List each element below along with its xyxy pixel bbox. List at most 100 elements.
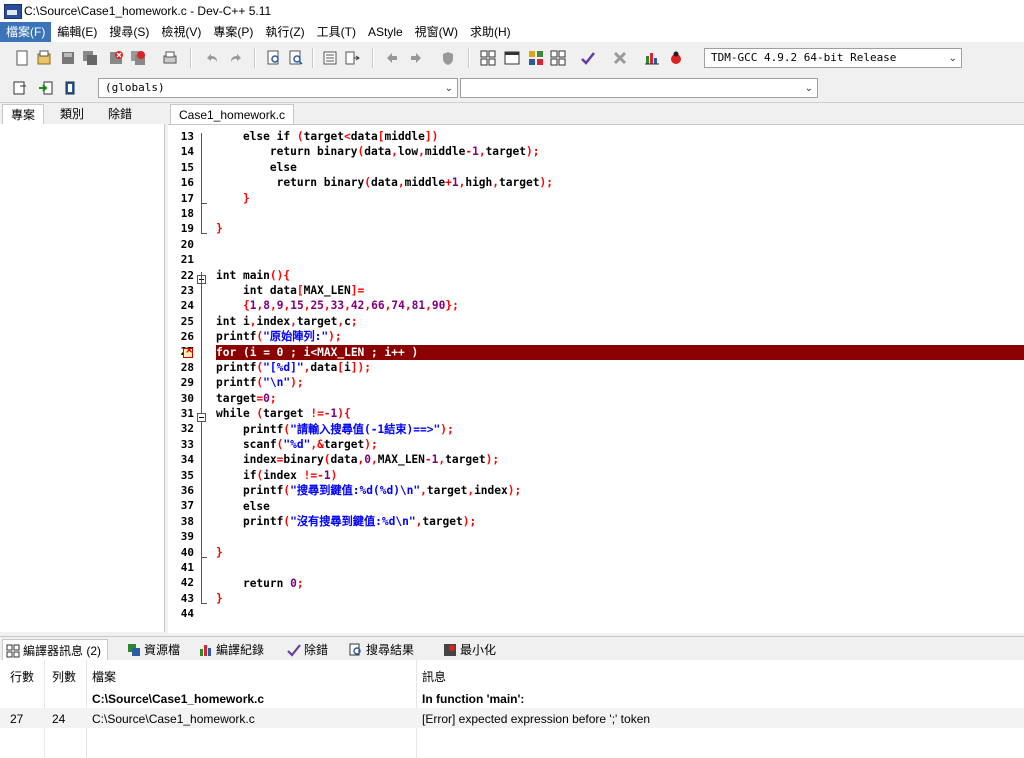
fold-line — [201, 271, 202, 603]
menu-help[interactable]: 求助(H) — [464, 22, 517, 42]
code-line[interactable]: else — [216, 499, 270, 514]
tab-compile-log[interactable]: 編譯紀錄 — [196, 639, 270, 661]
code-line[interactable]: else — [216, 160, 297, 175]
menu-tools[interactable]: 工具(T) — [311, 22, 362, 42]
line-number: 36 — [180, 483, 194, 497]
code-line[interactable]: printf("請輸入搜尋值(-1結束)==>"); — [216, 422, 454, 437]
stop-execution-icon[interactable] — [612, 50, 628, 66]
compile-run-icon[interactable] — [528, 50, 544, 66]
code-line[interactable]: if(index !=-1) — [216, 468, 337, 483]
tab-debug-output[interactable]: 除錯 — [284, 639, 334, 661]
code-line[interactable]: while (target !=-1){ — [216, 406, 351, 421]
close-all-icon[interactable] — [130, 50, 146, 66]
rebuild-all-icon[interactable] — [550, 50, 566, 66]
line-number: 43 — [180, 591, 194, 605]
column-header-col[interactable]: 列數 — [52, 668, 76, 685]
code-line[interactable]: else if (target<data[middle]) — [216, 129, 438, 144]
new-file-icon[interactable] — [14, 50, 30, 66]
line-number: 38 — [180, 514, 194, 528]
code-line[interactable]: return binary(data,low,middle-1,target); — [216, 144, 540, 159]
error-marker-icon[interactable] — [183, 345, 193, 358]
goto-declaration-icon[interactable] — [38, 80, 54, 96]
scope-select-value: (globals) — [105, 81, 165, 94]
devcpp-app-icon — [4, 4, 22, 19]
column-header-file[interactable]: 檔案 — [92, 668, 116, 685]
toggle-bookmark-icon[interactable] — [384, 50, 400, 66]
menu-project[interactable]: 專案(P) — [207, 22, 259, 42]
code-line[interactable]: } — [216, 545, 223, 560]
tab-debug[interactable]: 除錯 — [100, 104, 140, 124]
menu-view[interactable]: 檢視(V) — [155, 22, 207, 42]
code-line[interactable]: {1,8,9,15,25,33,42,66,74,81,90}; — [216, 298, 459, 313]
find-icon[interactable] — [266, 50, 282, 66]
menu-bar: 檔案(F) 編輯(E) 搜尋(S) 檢視(V) 專案(P) 執行(Z) 工具(T… — [0, 22, 1024, 42]
project-tree-panel — [0, 124, 165, 632]
open-file-icon[interactable] — [36, 50, 52, 66]
code-line[interactable]: return binary(data,middle+1,high,target)… — [216, 175, 553, 190]
code-line[interactable]: printf("\n"); — [216, 375, 304, 390]
undo-icon[interactable] — [204, 50, 220, 66]
line-number: 33 — [180, 437, 194, 451]
editor-file-tab[interactable]: Case1_homework.c — [170, 104, 295, 125]
menu-execute[interactable]: 執行(Z) — [259, 22, 310, 42]
indent-icon[interactable] — [322, 50, 338, 66]
replace-icon[interactable] — [288, 50, 304, 66]
run-icon[interactable] — [504, 50, 520, 66]
save-icon[interactable] — [60, 50, 76, 66]
compiler-select[interactable]: TDM-GCC 4.9.2 64-bit Release ⌄ — [704, 48, 962, 68]
line-number: 31 — [180, 407, 194, 421]
debug-bug-icon[interactable] — [668, 50, 684, 66]
menu-file[interactable]: 檔案(F) — [0, 22, 52, 42]
compile-icon[interactable] — [480, 50, 496, 66]
code-line[interactable]: printf("原始陣列:"); — [216, 329, 342, 344]
code-line[interactable]: printf("搜尋到鍵值:%d(%d)\n",target,index); — [216, 483, 521, 498]
code-line[interactable]: return 0; — [216, 576, 304, 591]
resource-icon — [128, 644, 140, 656]
code-line[interactable]: index=binary(data,0,MAX_LEN-1,target); — [216, 452, 499, 467]
goto-line-icon[interactable] — [344, 50, 360, 66]
code-line[interactable]: int main(){ — [216, 268, 290, 283]
code-editor[interactable]: 1314151617181920212223242526272829303132… — [168, 124, 1024, 633]
profile-chart-icon[interactable] — [644, 50, 660, 66]
close-file-icon[interactable] — [108, 50, 124, 66]
code-line[interactable]: } — [216, 221, 223, 236]
insert-icon[interactable] — [12, 80, 28, 96]
menu-search[interactable]: 搜尋(S) — [103, 22, 155, 42]
tab-minimize[interactable]: 最小化 — [440, 639, 502, 661]
fold-toggle-icon[interactable] — [197, 413, 206, 423]
error-highlighted-line[interactable]: for (i = 0 ; i<MAX_LEN ; i++ ) — [216, 344, 1024, 360]
redo-icon[interactable] — [228, 50, 244, 66]
tab-resources[interactable]: 資源檔 — [124, 639, 186, 661]
menu-edit[interactable]: 編輯(E) — [51, 22, 103, 42]
column-header-line[interactable]: 行數 — [10, 668, 34, 685]
code-line[interactable]: target=0; — [216, 391, 277, 406]
window-title: C:\Source\Case1_homework.c - Dev-C++ 5.1… — [24, 4, 272, 18]
menu-window[interactable]: 視窗(W) — [409, 22, 464, 42]
print-icon[interactable] — [162, 50, 178, 66]
chevron-down-icon: ⌄ — [948, 53, 957, 64]
column-header-message[interactable]: 訊息 — [422, 668, 446, 685]
shield-icon[interactable] — [440, 50, 456, 66]
row-file: C:\Source\Case1_homework.c — [92, 692, 265, 706]
goto-bookmark-icon[interactable] — [408, 50, 424, 66]
code-line[interactable]: printf("沒有搜尋到鍵值:%d\n",target); — [216, 514, 476, 529]
member-select[interactable]: ⌄ — [460, 78, 818, 98]
tab-search-results[interactable]: 搜尋結果 — [346, 639, 420, 661]
tab-classes[interactable]: 類別 — [52, 104, 92, 124]
line-number: 35 — [180, 468, 194, 482]
line-number: 44 — [180, 607, 194, 621]
code-line[interactable]: int i,index,target,c; — [216, 314, 358, 329]
tab-project[interactable]: 專案 — [2, 104, 45, 125]
goto-definition-icon[interactable] — [62, 80, 78, 96]
save-all-icon[interactable] — [82, 50, 98, 66]
code-line[interactable]: } — [216, 591, 223, 606]
tab-compiler-messages[interactable]: 編譯器訊息 (2) — [2, 639, 109, 662]
syntax-check-icon[interactable] — [580, 50, 596, 66]
fold-line — [201, 133, 202, 234]
code-line[interactable]: scanf("%d",&target); — [216, 437, 378, 452]
code-line[interactable]: int data[MAX_LEN]= — [216, 283, 364, 298]
code-line[interactable]: } — [216, 191, 250, 206]
scope-select[interactable]: (globals) ⌄ — [98, 78, 458, 98]
code-line[interactable]: printf("[%d]",data[i]); — [216, 360, 371, 375]
menu-astyle[interactable]: AStyle — [362, 22, 409, 42]
